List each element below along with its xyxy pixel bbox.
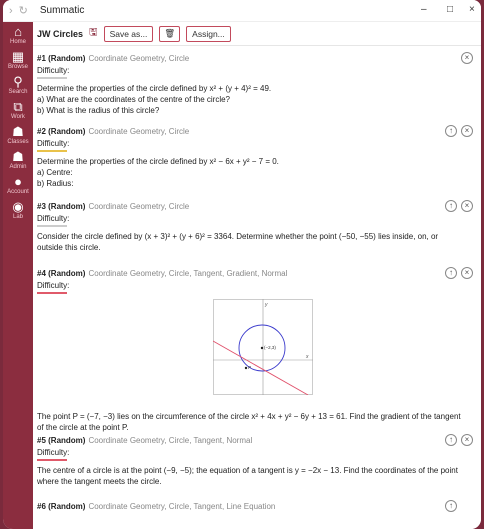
centre-label: (−2,3) [264,345,276,350]
question-part: a) What are the coordinates of the centr… [37,95,230,104]
app-title: Summatic [39,5,85,16]
y-axis-label: y [264,302,268,308]
centre-point [260,346,264,350]
nav-label: Browse [7,64,28,70]
desktop-background: › ↻ Summatic – □ × ⌂ Home ▦ Browse ⚲ Sea… [0,0,484,529]
nav-label: Classes [7,139,29,145]
sidebar: ⌂ Home ▦ Browse ⚲ Search ⧉ Work ☗ Classe… [3,22,33,529]
difficulty-label: Difficulty: [37,214,70,223]
question-tags: Coordinate Geometry, Circle, Tangent, Gr… [88,268,288,278]
question-tags: Coordinate Geometry, Circle, Tangent, Li… [88,501,276,511]
save-as-button[interactable]: Save as... [103,25,154,42]
admin-icon: ☗ [12,149,24,164]
question-number: #2 (Random) [37,126,86,136]
question-1: #1 (Random) Coordinate Geometry, Circle ×… [33,46,481,125]
move-up-button[interactable]: ↑ [445,434,457,446]
difficulty-label: Difficulty: [37,66,70,75]
question-number: #6 (Random) [37,501,86,511]
toolbar: JW Circles 🖫 Save as... 🗑 Assign... [33,22,481,46]
move-up-button[interactable]: ↑ [445,500,457,512]
close-button[interactable]: × [469,4,475,15]
difficulty-label: Difficulty: [37,281,70,290]
nav-admin[interactable]: ☗ Admin [3,150,33,175]
question-number: #3 (Random) [37,201,86,211]
remove-question-button[interactable]: × [461,434,473,446]
nav-account[interactable]: ● Account [3,175,33,200]
move-up-button[interactable]: ↑ [445,267,457,279]
remove-question-button[interactable]: × [461,125,473,137]
back-icon[interactable]: › [9,5,13,17]
classes-icon: ☗ [12,124,24,139]
search-icon: ⚲ [13,74,23,89]
nav-label: Work [11,114,25,120]
remove-question-button[interactable]: × [461,200,473,212]
question-part: a) Centre: [37,168,73,177]
book-icon: ▦ [11,49,25,64]
nav-label: Home [9,39,26,45]
nav-browse[interactable]: ▦ Browse [3,50,33,75]
point-p [244,366,248,370]
question-part: b) Radius: [37,179,74,188]
nav-label: Account [7,189,29,195]
assign-button[interactable]: Assign... [186,25,231,42]
question-tags: Coordinate Geometry, Circle [88,53,190,63]
work-icon: ⧉ [13,99,23,114]
difficulty-bar [37,225,67,227]
account-icon: ● [14,174,22,189]
question-diagram: y x (−2,3) P [213,299,313,395]
x-axis-label: x [305,354,309,360]
nav-label: Lab [12,214,23,220]
question-text: of the circle at the point P. [37,423,129,432]
minimize-button[interactable]: – [421,4,427,15]
question-tags: Coordinate Geometry, Circle [88,126,190,136]
question-list: #1 (Random) Coordinate Geometry, Circle ×… [33,46,481,529]
question-number: #1 (Random) [37,53,86,63]
question-part: b) What is the radius of this circle? [37,106,160,115]
question-text: where the tangent meets the circle. [37,477,162,486]
difficulty-bar [37,459,67,461]
maximize-button[interactable]: □ [447,4,453,15]
nav-label: Admin [9,164,27,170]
delete-button[interactable]: 🗑 [159,25,181,42]
move-up-button[interactable]: ↑ [445,200,457,212]
nav-work[interactable]: ⧉ Work [3,100,33,125]
question-text: The centre of a circle is at the point (… [37,466,458,475]
nav-home[interactable]: ⌂ Home [3,25,33,50]
title-bar: › ↻ Summatic – □ × [3,0,481,22]
move-up-button[interactable]: ↑ [445,125,457,137]
difficulty-label: Difficulty: [37,448,70,457]
difficulty-bar [37,77,67,79]
question-text: Determine the properties of the circle d… [37,157,279,166]
difficulty-label: Difficulty: [37,139,70,148]
question-3: #3 (Random) Coordinate Geometry, Circle ↑… [33,200,481,267]
question-tags: Coordinate Geometry, Circle, Tangent, No… [88,435,253,445]
question-tags: Coordinate Geometry, Circle [88,201,190,211]
question-text: Determine the properties of the circle d… [37,84,272,93]
question-6: #6 (Random) Coordinate Geometry, Circle, … [33,500,481,520]
home-icon: ⌂ [14,24,22,39]
remove-question-button[interactable]: × [461,267,473,279]
remove-question-button[interactable]: × [461,52,473,64]
question-text: The point P = (−7, −3) lies on the circu… [37,412,461,421]
question-5: #5 (Random) Coordinate Geometry, Circle, … [33,434,481,500]
nav-classes[interactable]: ☗ Classes [3,125,33,150]
nav-label: Search [8,89,28,95]
nav-search[interactable]: ⚲ Search [3,75,33,100]
lab-icon: ◉ [12,199,24,214]
refresh-icon[interactable]: ↻ [19,4,28,17]
document-title: JW Circles [37,28,84,39]
question-2: #2 (Random) Coordinate Geometry, Circle ↑… [33,125,481,200]
question-4: #4 (Random) Coordinate Geometry, Circle, … [33,267,481,434]
save-icon[interactable]: 🖫 [89,25,98,42]
point-p-label: P [248,365,251,370]
nav-lab[interactable]: ◉ Lab [3,200,33,225]
question-number: #4 (Random) [37,268,86,278]
question-text: outside this circle. [37,243,101,252]
question-text: Consider the circle defined by (x + 3)² … [37,232,439,241]
question-number: #5 (Random) [37,435,86,445]
app-window: › ↻ Summatic – □ × ⌂ Home ▦ Browse ⚲ Sea… [3,0,481,529]
difficulty-bar [37,150,67,152]
